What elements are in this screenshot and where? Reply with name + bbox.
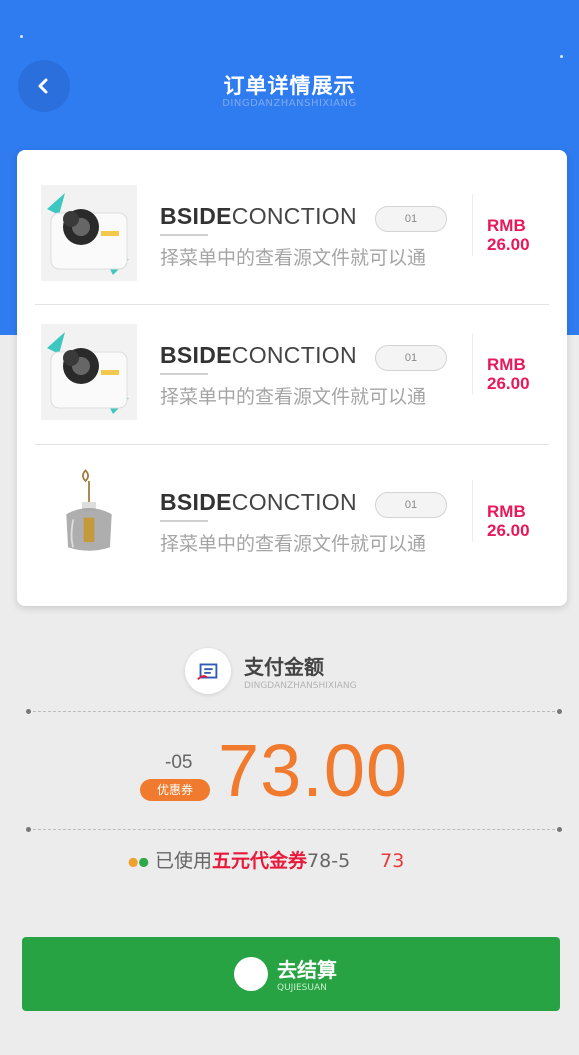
payment-icon bbox=[185, 648, 231, 694]
decor-dot bbox=[560, 55, 563, 58]
dashed-divider bbox=[26, 827, 562, 832]
bullet-dots-icon: ●● bbox=[128, 854, 149, 869]
coupon-used-prefix: 已使用 bbox=[155, 850, 213, 872]
order-items-card: BSIDECONCTION 01 择菜单中的查看源文件就可以通 RMB 26.00… bbox=[17, 150, 567, 606]
camera-product-image bbox=[41, 185, 137, 281]
item-price: RMB 26.00 bbox=[487, 355, 530, 393]
payment-subtitle: DINGDANZHANSHIXIANG bbox=[244, 681, 357, 691]
discount-value: -05 bbox=[165, 752, 193, 773]
checkout-circle-icon bbox=[234, 957, 268, 991]
item-description: 择菜单中的查看源文件就可以通 bbox=[160, 247, 427, 269]
name-underline bbox=[160, 373, 208, 375]
payment-title: 支付金额 bbox=[244, 655, 324, 679]
divider bbox=[472, 333, 473, 395]
coupon-badge: 优惠券 bbox=[140, 779, 210, 801]
item-price: RMB 26.00 bbox=[487, 502, 530, 540]
page-subtitle: DINGDANZHANSHIXIANG bbox=[222, 98, 357, 109]
order-item[interactable]: BSIDECONCTION 01 择菜单中的查看源文件就可以通 RMB 26.00 bbox=[17, 150, 567, 290]
name-underline bbox=[160, 234, 208, 236]
decor-dot bbox=[20, 35, 23, 38]
divider bbox=[472, 480, 473, 542]
name-underline bbox=[160, 520, 208, 522]
camera-product-image bbox=[41, 324, 137, 420]
item-name: BSIDECONCTION bbox=[160, 342, 357, 368]
checkout-label: 去结算 bbox=[277, 958, 337, 982]
divider bbox=[472, 194, 473, 256]
payment-icon bbox=[197, 663, 218, 681]
checkout-button[interactable]: 去结算 QUJIESUAN bbox=[22, 937, 560, 1011]
dashed-divider bbox=[26, 709, 562, 714]
coupon-calc: 78-5 bbox=[307, 850, 351, 872]
coupon-name: 五元代金券 bbox=[212, 850, 308, 872]
coupon-total: 73 bbox=[380, 850, 405, 872]
order-item[interactable]: BSIDECONCTION 01 择菜单中的查看源文件就可以通 RMB 26.00 bbox=[17, 445, 567, 585]
item-description: 择菜单中的查看源文件就可以通 bbox=[160, 533, 427, 555]
quantity-badge[interactable]: 01 bbox=[375, 345, 447, 371]
coupon-used-line: ●● 已使用五元代金券78-5 73 bbox=[128, 846, 404, 873]
pendant-lamp-image bbox=[66, 469, 112, 551]
item-name: BSIDECONCTION bbox=[160, 489, 357, 515]
pay-amount: 73.00 bbox=[218, 729, 409, 812]
page-title: 订单详情展示 bbox=[223, 74, 356, 98]
item-name: BSIDECONCTION bbox=[160, 203, 357, 229]
item-description: 择菜单中的查看源文件就可以通 bbox=[160, 386, 427, 408]
quantity-badge[interactable]: 01 bbox=[375, 206, 447, 232]
checkout-sublabel: QUJIESUAN bbox=[277, 983, 327, 993]
quantity-badge[interactable]: 01 bbox=[375, 492, 447, 518]
order-item[interactable]: BSIDECONCTION 01 择菜单中的查看源文件就可以通 RMB 26.00 bbox=[17, 305, 567, 445]
item-price: RMB 26.00 bbox=[487, 216, 530, 254]
